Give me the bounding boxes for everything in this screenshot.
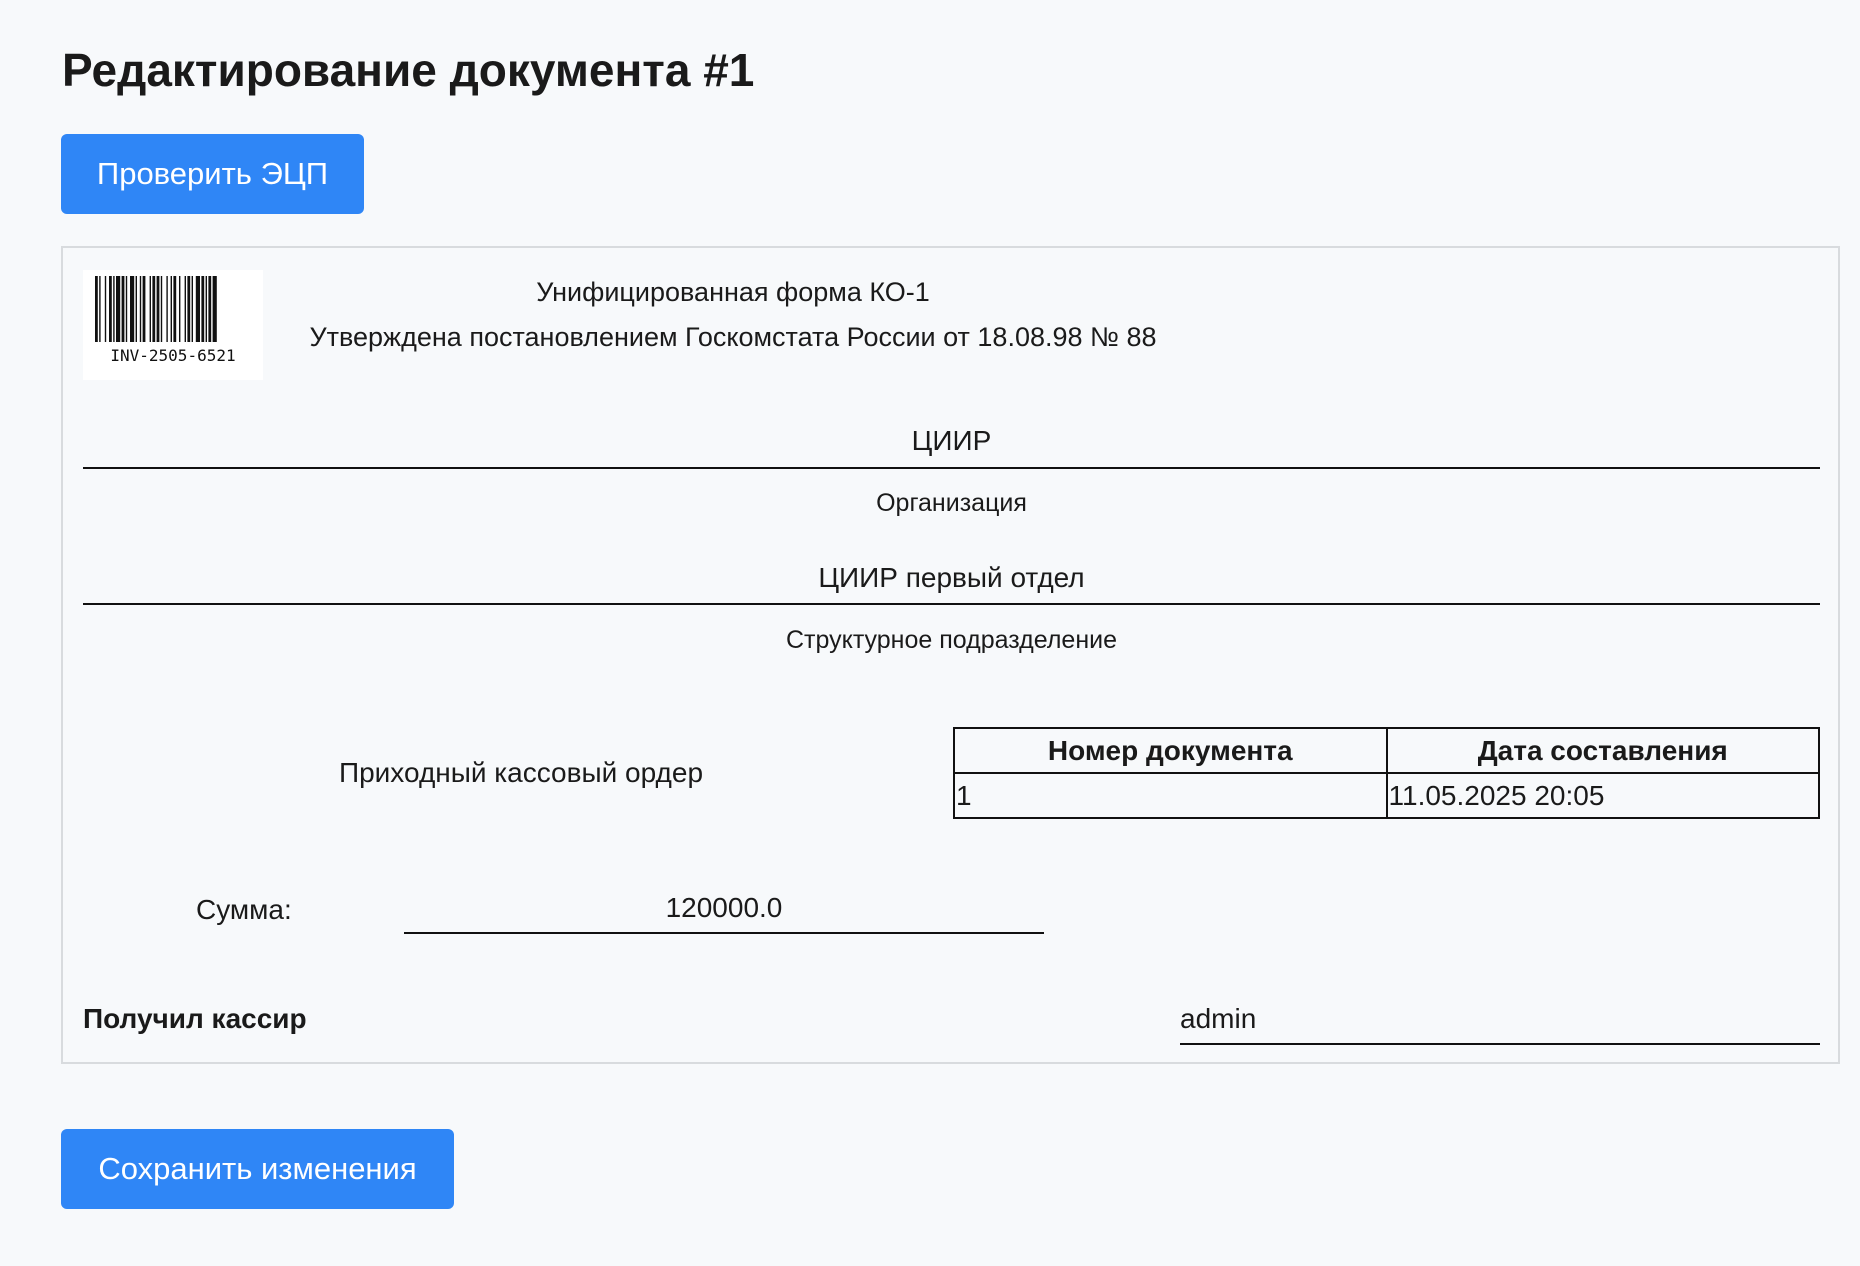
sum-underline (404, 932, 1044, 934)
form-header: Унифицированная форма КО-1 Утверждена по… (263, 270, 1203, 360)
department-value: ЦИИР первый отдел (818, 562, 1085, 593)
table-row: 1 11.05.2025 20:05 (953, 772, 1820, 819)
document-info-table: Номер документа Дата составления 1 11.05… (953, 727, 1820, 819)
barcode-icon (95, 276, 217, 342)
document-form: INV-2505-6521 Унифицированная форма КО-1… (61, 246, 1840, 1064)
organization-underline (83, 467, 1820, 469)
cell-creation-date: 11.05.2025 20:05 (1385, 772, 1820, 819)
verify-signature-button[interactable]: Проверить ЭЦП (61, 134, 364, 214)
cashier-underline (1180, 1043, 1820, 1045)
cell-document-number: 1 (953, 772, 1388, 819)
cashier-label: Получил кассир (83, 1003, 307, 1034)
form-name: Унифицированная форма КО-1 (536, 277, 930, 307)
order-title: Приходный кассовый ордер (338, 757, 704, 788)
barcode: INV-2505-6521 (83, 270, 263, 380)
department-label: Структурное подразделение (785, 626, 1117, 654)
cashier-value: admin (1180, 1003, 1257, 1034)
header-document-number: Номер документа (953, 727, 1388, 774)
barcode-text: INV-2505-6521 (110, 346, 236, 365)
save-changes-button[interactable]: Сохранить изменения (61, 1129, 454, 1209)
department-underline (83, 603, 1820, 605)
form-approval: Утверждена постановлением Госкомстата Ро… (309, 322, 1157, 352)
organization-label: Организация (876, 489, 1027, 517)
sum-value: 120000.0 (665, 892, 783, 923)
sum-label: Сумма: (196, 894, 292, 925)
header-creation-date: Дата составления (1385, 727, 1820, 774)
page-title: Редактирование документа #1 (62, 44, 755, 96)
table-header-row: Номер документа Дата составления (953, 727, 1820, 774)
organization-value: ЦИИР (911, 425, 992, 456)
